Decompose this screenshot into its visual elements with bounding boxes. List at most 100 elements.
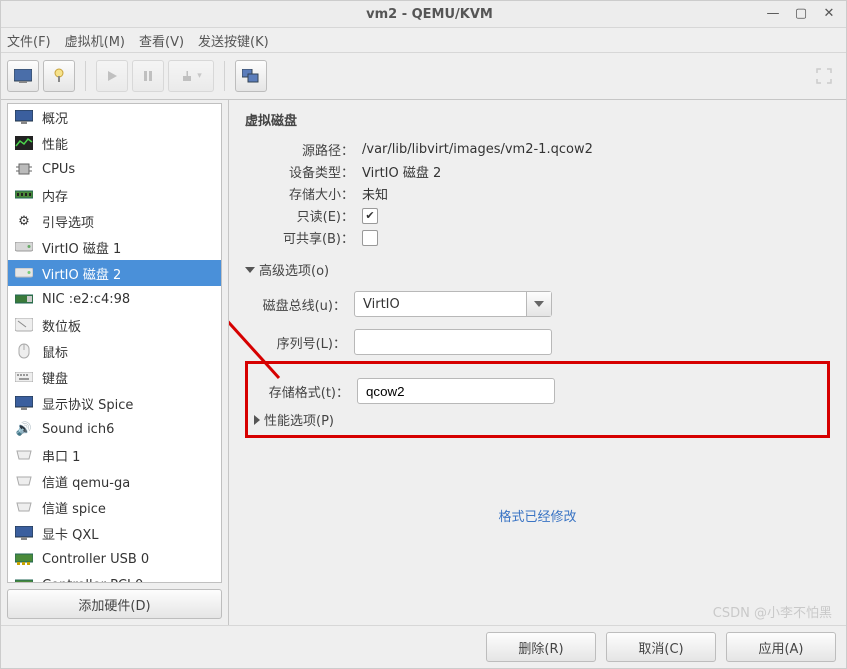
sidebar-item-sound[interactable]: 🔊 Sound ich6 (8, 416, 221, 442)
sidebar-item-keyboard[interactable]: 键盘 (8, 364, 221, 390)
sidebar-item-label: VirtIO 磁盘 1 (42, 238, 121, 257)
sidebar-item-label: 显示协议 Spice (42, 394, 133, 413)
expander-advanced[interactable]: 高级选项(o) (245, 260, 830, 279)
sidebar-item-channel-spice[interactable]: 信道 spice (8, 494, 221, 520)
label-storage-format: 存储格式(t)： (254, 382, 349, 401)
sidebar-item-nic[interactable]: NIC :e2:c4:98 (8, 286, 221, 312)
label-storage-size: 存储大小： (259, 184, 354, 203)
annotation-box: 存储格式(t)： 性能选项(P) (245, 361, 830, 438)
speaker-icon: 🔊 (14, 420, 34, 438)
mouse-icon (14, 342, 34, 360)
gear-icon: ⚙ (14, 212, 34, 230)
sidebar-item-display[interactable]: 显示协议 Spice (8, 390, 221, 416)
sidebar-item-channel-qemu-ga[interactable]: 信道 qemu-ga (8, 468, 221, 494)
disk-icon (14, 264, 34, 282)
input-serial[interactable] (354, 329, 552, 355)
memory-icon (14, 186, 34, 204)
sidebar-item-tablet[interactable]: 数位板 (8, 312, 221, 338)
menu-view[interactable]: 查看(V) (139, 31, 184, 50)
sidebar-item-controller-pci[interactable]: Controller PCI 0 (8, 572, 221, 583)
sidebar-item-label: 键盘 (42, 368, 68, 387)
sidebar-item-label: Sound ich6 (42, 422, 114, 437)
sidebar-item-mouse[interactable]: 鼠标 (8, 338, 221, 364)
label-bus: 磁盘总线(u)： (251, 295, 346, 314)
add-hardware-button[interactable]: 添加硬件(D) (7, 589, 222, 619)
expander-advanced-label: 高级选项(o) (259, 260, 329, 279)
hardware-sidebar: 概况 性能 CPUs 内存 ⚙ 引导选项 VirtIO 磁盘 1 VirtIO 磁… (7, 103, 222, 583)
input-storage-format[interactable] (357, 378, 555, 404)
status-text: 格式已经修改 (245, 506, 830, 525)
sidebar-item-label: 信道 spice (42, 498, 106, 517)
monitor-icon (14, 108, 34, 126)
sidebar-item-label: 显卡 QXL (42, 524, 99, 543)
sidebar-item-label: NIC :e2:c4:98 (42, 292, 130, 307)
details-content: 虚拟磁盘 源路径： /var/lib/libvirt/images/vm2-1.q… (229, 100, 846, 625)
expander-performance[interactable]: 性能选项(P) (254, 410, 821, 429)
shutdown-button[interactable]: ▾ (168, 60, 214, 92)
sidebar-item-label: 内存 (42, 186, 68, 205)
sidebar-item-label: CPUs (42, 162, 75, 177)
footer: 删除(R) 取消(C) 应用(A) (1, 625, 846, 668)
label-serial: 序列号(L)： (251, 333, 346, 352)
sidebar-item-disk-1[interactable]: VirtIO 磁盘 1 (8, 234, 221, 260)
serial-icon (14, 472, 34, 490)
sidebar-item-serial[interactable]: 串口 1 (8, 442, 221, 468)
sidebar-item-boot[interactable]: ⚙ 引导选项 (8, 208, 221, 234)
value-source-path: /var/lib/libvirt/images/vm2-1.qcow2 (362, 142, 593, 157)
menu-sendkey[interactable]: 发送按键(K) (198, 31, 269, 50)
fullscreen-icon[interactable] (812, 64, 836, 88)
checkbox-readonly[interactable]: ✔ (362, 208, 378, 224)
menu-file[interactable]: 文件(F) (7, 31, 51, 50)
sidebar-item-video[interactable]: 显卡 QXL (8, 520, 221, 546)
run-button[interactable] (96, 60, 128, 92)
chevron-down-icon (245, 267, 255, 273)
sidebar-item-label: 概况 (42, 108, 68, 127)
sidebar-item-controller-usb[interactable]: Controller USB 0 (8, 546, 221, 572)
value-device-type: VirtIO 磁盘 2 (362, 162, 441, 181)
remove-button[interactable]: 删除(R) (486, 632, 596, 662)
add-hardware-label: 添加硬件(D) (78, 595, 150, 614)
close-button[interactable]: ✕ (820, 5, 838, 23)
section-title: 虚拟磁盘 (245, 110, 830, 129)
sidebar-item-overview[interactable]: 概况 (8, 104, 221, 130)
watermark: CSDN @小李不怕黑 (713, 602, 832, 621)
sidebar-item-label: 性能 (42, 134, 68, 153)
cancel-button[interactable]: 取消(C) (606, 632, 716, 662)
cpu-icon (14, 160, 34, 178)
combo-disk-bus-value: VirtIO (355, 297, 526, 312)
minimize-button[interactable]: — (764, 5, 782, 23)
checkbox-shareable[interactable] (362, 230, 378, 246)
pause-button[interactable] (132, 60, 164, 92)
menu-vm[interactable]: 虚拟机(M) (65, 31, 125, 50)
monitor-icon (14, 394, 34, 412)
maximize-button[interactable]: ▢ (792, 5, 810, 23)
sidebar-item-memory[interactable]: 内存 (8, 182, 221, 208)
chart-icon (14, 134, 34, 152)
keyboard-icon (14, 368, 34, 386)
vm-manager-window: vm2 - QEMU/KVM — ▢ ✕ 文件(F) 虚拟机(M) 查看(V) … (0, 0, 847, 669)
menubar: 文件(F) 虚拟机(M) 查看(V) 发送按键(K) (1, 28, 846, 53)
main-area: 概况 性能 CPUs 内存 ⚙ 引导选项 VirtIO 磁盘 1 VirtIO 磁… (1, 100, 846, 625)
sidebar-item-label: 串口 1 (42, 446, 80, 465)
sidebar-item-label: 鼠标 (42, 342, 68, 361)
apply-button[interactable]: 应用(A) (726, 632, 836, 662)
label-shareable: 可共享(B)： (259, 228, 354, 247)
snapshot-button[interactable] (235, 60, 267, 92)
console-button[interactable] (7, 60, 39, 92)
sidebar-item-cpus[interactable]: CPUs (8, 156, 221, 182)
sidebar-item-label: 引导选项 (42, 212, 94, 231)
details-button[interactable] (43, 60, 75, 92)
sidebar-item-label: 数位板 (42, 316, 81, 335)
sidebar-item-label: Controller PCI 0 (42, 578, 143, 584)
chevron-right-icon (254, 415, 260, 425)
chevron-down-icon[interactable] (526, 292, 551, 316)
cancel-button-label: 取消(C) (638, 638, 683, 657)
combo-disk-bus[interactable]: VirtIO (354, 291, 552, 317)
sidebar-item-performance[interactable]: 性能 (8, 130, 221, 156)
serial-icon (14, 498, 34, 516)
label-source-path: 源路径： (259, 140, 354, 159)
remove-button-label: 删除(R) (518, 638, 563, 657)
tablet-icon (14, 316, 34, 334)
disk-icon (14, 238, 34, 256)
sidebar-item-disk-2[interactable]: VirtIO 磁盘 2 (8, 260, 221, 286)
